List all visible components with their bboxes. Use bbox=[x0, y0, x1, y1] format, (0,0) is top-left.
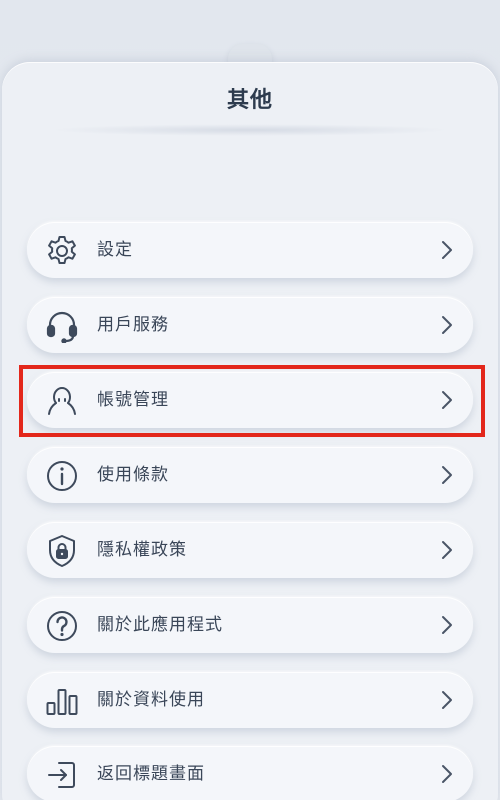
user-icon bbox=[45, 384, 79, 418]
info-icon bbox=[45, 459, 79, 493]
menu-item-customer-service[interactable]: 用戶服務 bbox=[27, 297, 473, 353]
bar-chart-icon bbox=[45, 684, 79, 718]
chevron-right-icon bbox=[441, 240, 453, 260]
shield-lock-icon bbox=[45, 534, 79, 568]
menu-item-label: 使用條款 bbox=[97, 465, 169, 485]
menu-item-terms-of-use[interactable]: 使用條款 bbox=[27, 447, 473, 503]
question-icon bbox=[45, 609, 79, 643]
menu-item-account-management[interactable]: 帳號管理 bbox=[27, 372, 473, 428]
chevron-right-icon bbox=[441, 465, 453, 485]
menu-item-data-usage[interactable]: 關於資料使用 bbox=[27, 672, 473, 728]
sign-in-icon bbox=[45, 758, 79, 792]
menu-item-label: 關於此應用程式 bbox=[97, 615, 223, 635]
menu-item-label: 設定 bbox=[97, 240, 133, 260]
title-divider-shadow bbox=[50, 124, 450, 136]
headset-icon bbox=[45, 309, 79, 343]
menu-item-privacy-policy[interactable]: 隱私權政策 bbox=[27, 522, 473, 578]
chevron-right-icon bbox=[441, 690, 453, 710]
menu-item-label: 用戶服務 bbox=[97, 315, 169, 335]
menu-item-label: 返回標題畫面 bbox=[97, 764, 205, 784]
menu-item-about-app[interactable]: 關於此應用程式 bbox=[27, 597, 473, 653]
page-title: 其他 bbox=[226, 88, 273, 113]
menu-item-label: 關於資料使用 bbox=[97, 690, 205, 710]
chevron-right-icon bbox=[441, 615, 453, 635]
chevron-right-icon bbox=[441, 315, 453, 335]
gear-icon bbox=[45, 234, 79, 268]
menu-item-return-title[interactable]: 返回標題畫面 bbox=[27, 746, 473, 800]
chevron-right-icon bbox=[441, 764, 453, 784]
menu-item-label: 隱私權政策 bbox=[97, 540, 187, 560]
screen: 其他 設定 用戶服務 帳號管理 使用條款 隱私權政策 關於此應用程式 關於資料使… bbox=[0, 0, 500, 800]
chevron-right-icon bbox=[441, 390, 453, 410]
chevron-right-icon bbox=[441, 540, 453, 560]
menu-item-settings[interactable]: 設定 bbox=[27, 222, 473, 278]
menu-item-label: 帳號管理 bbox=[97, 390, 169, 410]
